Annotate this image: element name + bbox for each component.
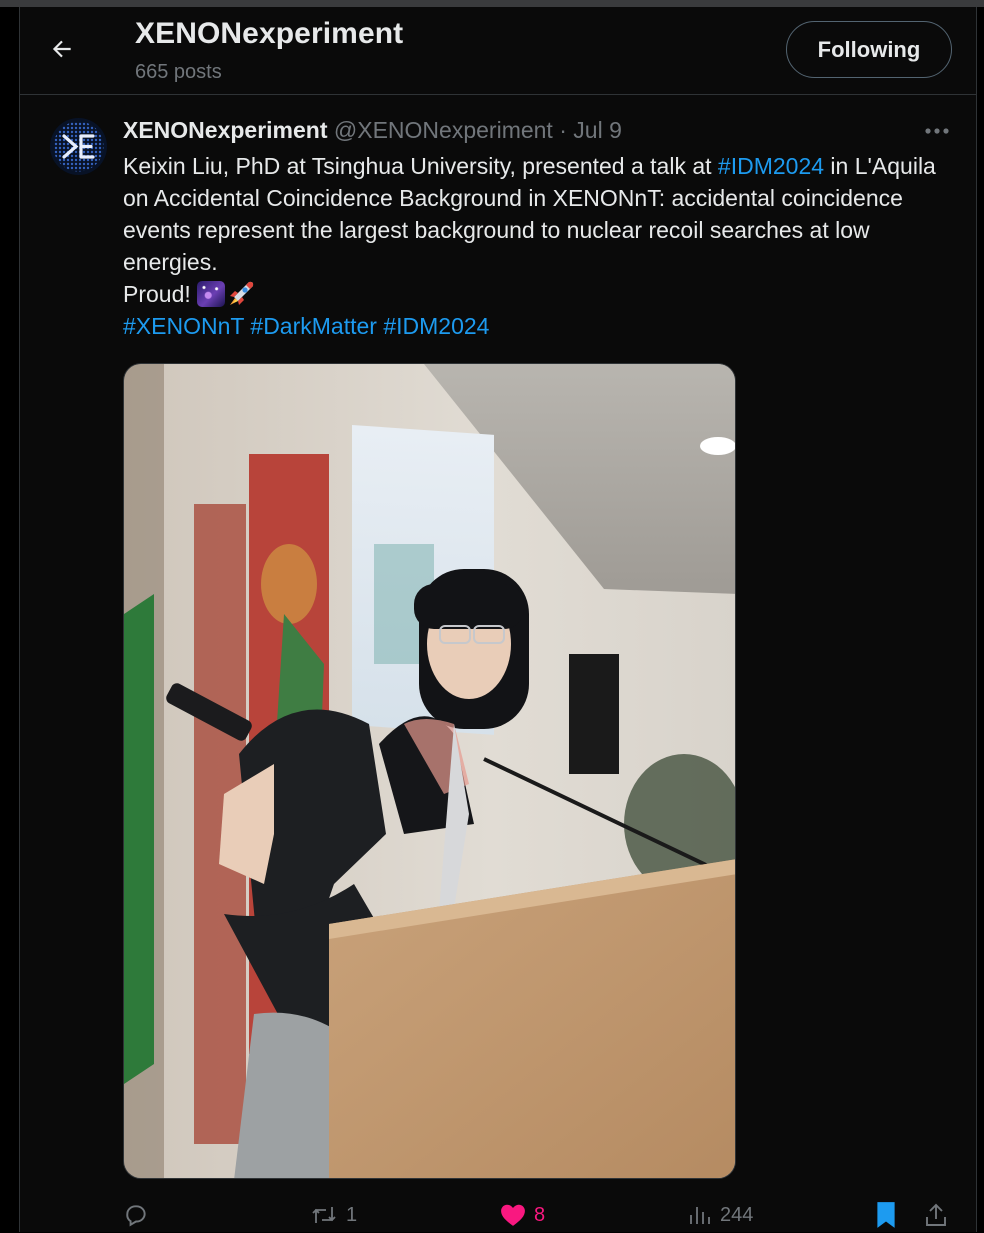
back-arrow-icon <box>52 40 71 58</box>
reply-button[interactable] <box>123 1197 157 1233</box>
hashtag-xenonnt[interactable]: #XENONnT <box>123 313 244 339</box>
tweet-text: Keixin Liu, PhD at Tsinghua University, … <box>123 150 943 342</box>
tweet-actions: 1 8 244 <box>20 1197 976 1233</box>
reply-icon <box>126 1205 146 1227</box>
bookmark-icon <box>877 1202 895 1228</box>
post-count: 665 posts <box>135 61 222 83</box>
display-name[interactable]: XENONexperiment <box>123 117 328 143</box>
hashtag-idm2024[interactable]: #IDM2024 <box>383 313 489 339</box>
views-button[interactable]: 244 <box>688 1197 753 1233</box>
timeline-column: XENONexperiment 665 posts Following XENO… <box>19 7 977 1232</box>
xenon-logo-icon <box>50 118 107 175</box>
following-button[interactable]: Following <box>786 21 952 78</box>
tweet-date[interactable]: Jul 9 <box>573 117 622 143</box>
like-count: 8 <box>534 1203 546 1226</box>
back-button[interactable] <box>42 29 82 69</box>
user-handle[interactable]: @XENONexperiment <box>334 117 553 143</box>
like-button[interactable]: 8 <box>500 1197 545 1233</box>
retweet-button[interactable]: 1 <box>310 1197 357 1233</box>
retweet-count: 1 <box>346 1203 358 1226</box>
hashtag-idm2024-inline[interactable]: #IDM2024 <box>718 153 824 179</box>
more-icon <box>925 128 949 134</box>
share-icon <box>926 1203 946 1226</box>
retweet-icon <box>312 1207 336 1223</box>
tweet-body-text: Keixin Liu, PhD at Tsinghua University, … <box>123 153 718 179</box>
view-count: 244 <box>720 1203 754 1226</box>
hashtag-darkmatter[interactable]: #DarkMatter <box>250 313 377 339</box>
proud-text: Proud! <box>123 281 198 307</box>
separator-dot: · <box>559 117 567 143</box>
milky-way-emoji-icon <box>197 281 226 307</box>
rocket-emoji-icon <box>230 281 254 305</box>
tweet-header: XENONexperiment @XENONexperiment · Jul 9 <box>123 117 622 144</box>
page-title: XENONexperiment <box>135 17 404 50</box>
share-button[interactable] <box>924 1197 948 1233</box>
heart-icon <box>501 1204 525 1226</box>
speaker-photo-image <box>124 364 735 1178</box>
more-options-button[interactable] <box>920 119 954 143</box>
avatar[interactable] <box>50 118 107 175</box>
tweet-photo[interactable] <box>123 363 736 1179</box>
profile-header: XENONexperiment 665 posts Following <box>20 7 976 95</box>
bookmark-button[interactable] <box>875 1197 897 1233</box>
window-top-border <box>0 0 984 7</box>
views-icon <box>690 1207 710 1224</box>
